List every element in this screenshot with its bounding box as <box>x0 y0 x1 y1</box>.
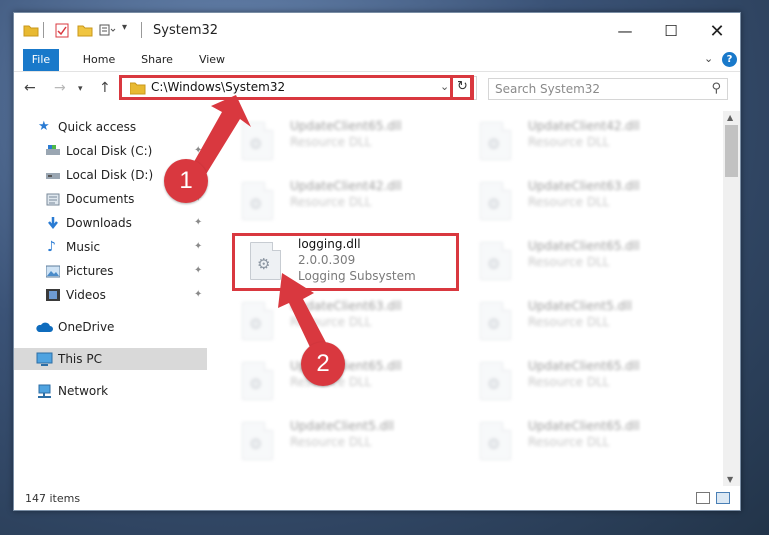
step-badge-1: 1 <box>164 159 208 203</box>
annotation-arrows <box>186 95 331 362</box>
step-badge-2: 2 <box>301 342 345 386</box>
